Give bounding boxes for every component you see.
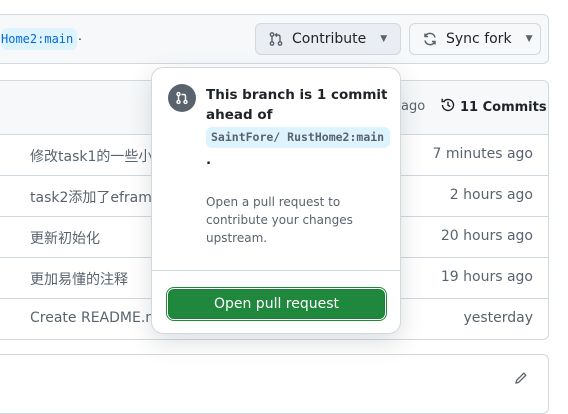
commit-time: yesterday	[463, 310, 533, 326]
commit-message[interactable]: 修改task1的一些小	[30, 146, 152, 166]
git-pull-request-icon	[268, 31, 284, 47]
popover-divider	[152, 270, 400, 271]
sync-fork-button[interactable]: Sync fork ▼	[409, 23, 541, 55]
chevron-down-icon: ▼	[525, 34, 533, 44]
pencil-icon[interactable]	[514, 371, 528, 385]
commits-link[interactable]: 11 Commits	[440, 97, 547, 117]
readme-panel	[0, 354, 549, 414]
upstream-branch-chip[interactable]: Home2:main	[1, 28, 78, 50]
popover-title-text: This branch is 1 commit ahead of	[206, 87, 388, 123]
status-period: .	[78, 27, 82, 43]
commit-message[interactable]: 更新初始化	[30, 228, 100, 248]
commit-message[interactable]: Create README.mc	[30, 310, 167, 326]
contribute-label: Contribute	[292, 31, 367, 47]
git-pull-request-icon	[168, 84, 196, 112]
contribute-button[interactable]: Contribute ▼	[255, 23, 401, 55]
contribute-popover: This branch is 1 commit ahead of SaintFo…	[151, 67, 401, 334]
sync-fork-label: Sync fork	[446, 31, 512, 47]
commit-age: ago	[401, 99, 426, 114]
commit-message[interactable]: 更加易懂的注释	[30, 269, 128, 289]
history-icon	[440, 97, 456, 117]
commits-count: 11 Commits	[460, 99, 547, 115]
commit-message[interactable]: task2添加了eframe	[30, 187, 161, 207]
commit-time: 2 hours ago	[449, 187, 533, 203]
popover-title-period: .	[206, 152, 212, 168]
commit-time: 7 minutes ago	[432, 146, 533, 162]
chevron-down-icon: ▼	[380, 34, 388, 44]
commit-time: 19 hours ago	[440, 269, 533, 285]
open-pull-request-button[interactable]: Open pull request	[166, 287, 387, 321]
popover-description: Open a pull request to contribute your c…	[206, 195, 353, 245]
commit-time: 20 hours ago	[440, 228, 533, 244]
upstream-branch-chip[interactable]: SaintFore/ RustHome2:main	[206, 127, 390, 148]
popover-title: This branch is 1 commit ahead of SaintFo…	[206, 85, 390, 170]
sync-icon	[422, 31, 438, 47]
